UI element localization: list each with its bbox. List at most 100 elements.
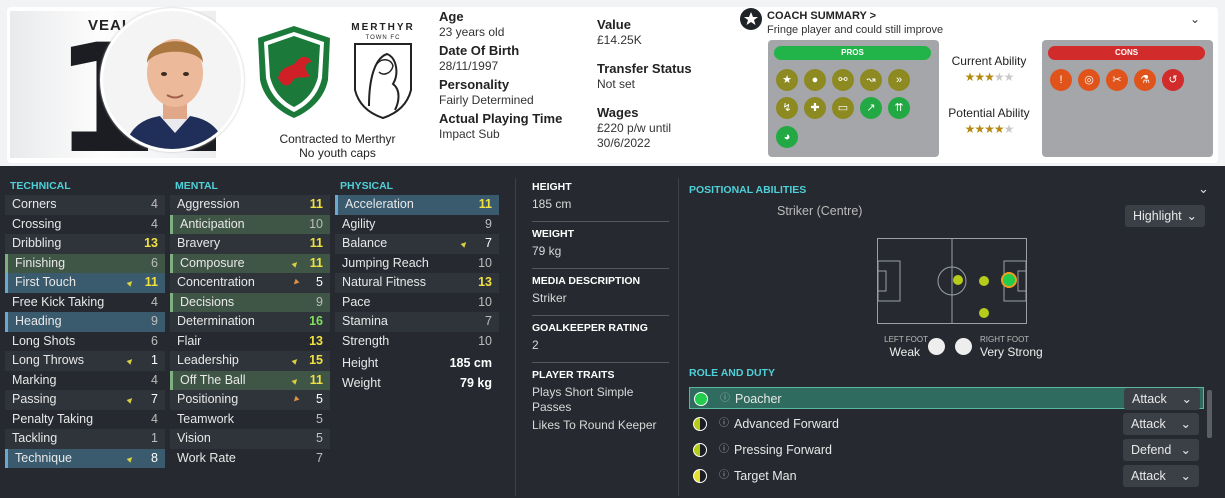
potential-ability-stars[interactable]: ★★★★★: [939, 122, 1039, 136]
attribute-value: 5: [316, 431, 323, 445]
attribute-row[interactable]: Corners 4: [5, 195, 165, 215]
link-trait-icon[interactable]: ⚯: [832, 69, 854, 91]
attribute-row[interactable]: Tackling 1: [5, 429, 165, 449]
value-value: £14.25K: [597, 33, 642, 47]
attribute-row[interactable]: Flair 13: [170, 332, 330, 352]
position-dot[interactable]: [979, 276, 989, 286]
attribute-row[interactable]: Determination 16: [170, 312, 330, 332]
highlight-dropdown[interactable]: Highlight ⌄: [1125, 205, 1205, 227]
merthyr-crest-icon[interactable]: [347, 18, 419, 122]
attribute-row[interactable]: Strength 10: [335, 332, 499, 352]
info-icon[interactable]: ⓘ: [719, 413, 729, 435]
attribute-row[interactable]: Pace 10: [335, 293, 499, 313]
role-row[interactable]: ⓘ Pressing Forward Defend ⌄: [689, 439, 1204, 461]
height-label: Height: [342, 356, 379, 370]
attribute-row[interactable]: Aggression 11: [170, 195, 330, 215]
left-foot-value: Weak: [889, 345, 920, 359]
target-trait-icon[interactable]: ✚: [804, 97, 826, 119]
role-row[interactable]: ⓘ Advanced Forward Attack ⌄: [689, 413, 1204, 435]
attribute-row[interactable]: Work Rate 7: [170, 449, 330, 469]
boot-ball-trait-icon[interactable]: ◕: [776, 126, 798, 148]
chart-trait-icon[interactable]: ↗: [860, 97, 882, 119]
attribute-row[interactable]: Long Throws 1 ▼: [5, 351, 165, 371]
attribute-row[interactable]: Long Shots 6: [5, 332, 165, 352]
role-row[interactable]: ⓘ Target Man Attack ⌄: [689, 465, 1204, 487]
duty-dropdown[interactable]: Attack ⌄: [1124, 388, 1200, 410]
duty-dropdown[interactable]: Attack ⌄: [1123, 465, 1199, 487]
attribute-row[interactable]: Jumping Reach 10: [335, 254, 499, 274]
personality-value[interactable]: Fairly Determined: [439, 93, 562, 107]
role-rating-icon: [693, 469, 707, 483]
ball-warning-icon[interactable]: !: [1050, 69, 1072, 91]
attribute-row[interactable]: Leadership 15 ▼: [170, 351, 330, 371]
attribute-row[interactable]: Free Kick Taking 4: [5, 293, 165, 313]
foot-warning-icon[interactable]: ↺: [1162, 69, 1184, 91]
position-dot[interactable]: [979, 308, 989, 318]
pitch-trait-icon[interactable]: ▭: [832, 97, 854, 119]
head-trait-icon[interactable]: ●: [804, 69, 826, 91]
info-icon[interactable]: ⓘ: [720, 388, 730, 410]
star-trait-icon[interactable]: ★: [776, 69, 798, 91]
attribute-row[interactable]: First Touch 11 ▼: [5, 273, 165, 293]
divider: [515, 178, 516, 496]
attribute-row[interactable]: Acceleration 11: [335, 195, 499, 215]
attribute-row[interactable]: Decisions 9: [170, 292, 330, 312]
attribute-name: First Touch: [15, 275, 76, 289]
player-photo[interactable]: [100, 8, 244, 152]
position-name: Striker (Centre): [777, 204, 863, 218]
wales-crest-icon[interactable]: [252, 24, 336, 120]
attribute-name: Teamwork: [177, 411, 234, 426]
attribute-name: Anticipation: [180, 216, 245, 231]
attribute-row[interactable]: Crossing 4: [5, 215, 165, 235]
scrollbar[interactable]: [1207, 390, 1212, 438]
role-name: Pressing Forward: [734, 443, 832, 457]
attribute-row[interactable]: Anticipation 10: [170, 214, 330, 234]
flask-warning-icon[interactable]: ⚗: [1134, 69, 1156, 91]
chevron-down-icon[interactable]: ⌄: [1190, 12, 1200, 26]
attribute-row[interactable]: Technique 8 ▼: [5, 448, 165, 468]
info-icon[interactable]: ⓘ: [719, 439, 729, 461]
attribute-row[interactable]: Heading 9: [5, 312, 165, 332]
arrows-up-trait-icon[interactable]: ⇈: [888, 97, 910, 119]
attribute-row[interactable]: Natural Fitness 13: [335, 273, 499, 293]
attribute-row[interactable]: Concentration 5 ▼: [170, 273, 330, 293]
attribute-row[interactable]: Passing 7 ▼: [5, 390, 165, 410]
attribute-row[interactable]: Bravery 11: [170, 234, 330, 254]
media-description-heading: MEDIA DESCRIPTION: [532, 275, 641, 287]
attribute-row[interactable]: Vision 5: [170, 429, 330, 449]
boots-trait-icon[interactable]: »: [888, 69, 910, 91]
attribute-value: 4: [151, 197, 158, 211]
attribute-row[interactable]: Off The Ball 11 ▼: [170, 370, 330, 390]
attribute-row[interactable]: Agility 9: [335, 215, 499, 235]
attribute-row[interactable]: Stamina 7: [335, 312, 499, 332]
current-ability-stars[interactable]: ★★★★★: [939, 70, 1039, 84]
attribute-row[interactable]: Teamwork 5: [170, 410, 330, 430]
trait-item[interactable]: Likes To Round Keeper: [532, 418, 669, 433]
role-row[interactable]: ⓘ Poacher Attack ⌄: [689, 387, 1204, 410]
attribute-row[interactable]: Composure 11 ▼: [170, 253, 330, 273]
attribute-row[interactable]: Penalty Taking 4: [5, 410, 165, 430]
run-trait-icon[interactable]: ↝: [860, 69, 882, 91]
position-dot-selected[interactable]: [1001, 272, 1017, 288]
attribute-row[interactable]: Balance 7 ▼: [335, 234, 499, 254]
info-icon[interactable]: ⓘ: [719, 465, 729, 487]
attribute-row[interactable]: Marking 4: [5, 371, 165, 391]
attribute-row[interactable]: Positioning 5 ▼: [170, 390, 330, 410]
weight-heading: WEIGHT: [532, 228, 574, 240]
scissors-warning-icon[interactable]: ✂: [1106, 69, 1128, 91]
mental-attributes: MENTAL Aggression 11 Anticipation 10 Bravery…: [170, 178, 330, 468]
chevron-down-icon[interactable]: ⌄: [1198, 181, 1209, 197]
trait-item[interactable]: Plays Short Simple Passes: [532, 385, 669, 415]
coach-summary-link[interactable]: COACH SUMMARY >: [767, 10, 876, 22]
target-warning-icon[interactable]: ◎: [1078, 69, 1100, 91]
position-dot[interactable]: [953, 275, 963, 285]
attribute-row[interactable]: Dribbling 13: [5, 234, 165, 254]
height-heading: HEIGHT: [532, 181, 572, 193]
duty-dropdown[interactable]: Defend ⌄: [1123, 439, 1199, 461]
attribute-row[interactable]: Finishing 6: [5, 253, 165, 273]
right-foot-value: Very Strong: [980, 345, 1043, 359]
slide-trait-icon[interactable]: ↯: [776, 97, 798, 119]
transfer-status-value[interactable]: Not set: [597, 77, 692, 91]
height-value: 185 cm: [449, 356, 492, 370]
duty-dropdown[interactable]: Attack ⌄: [1123, 413, 1199, 435]
